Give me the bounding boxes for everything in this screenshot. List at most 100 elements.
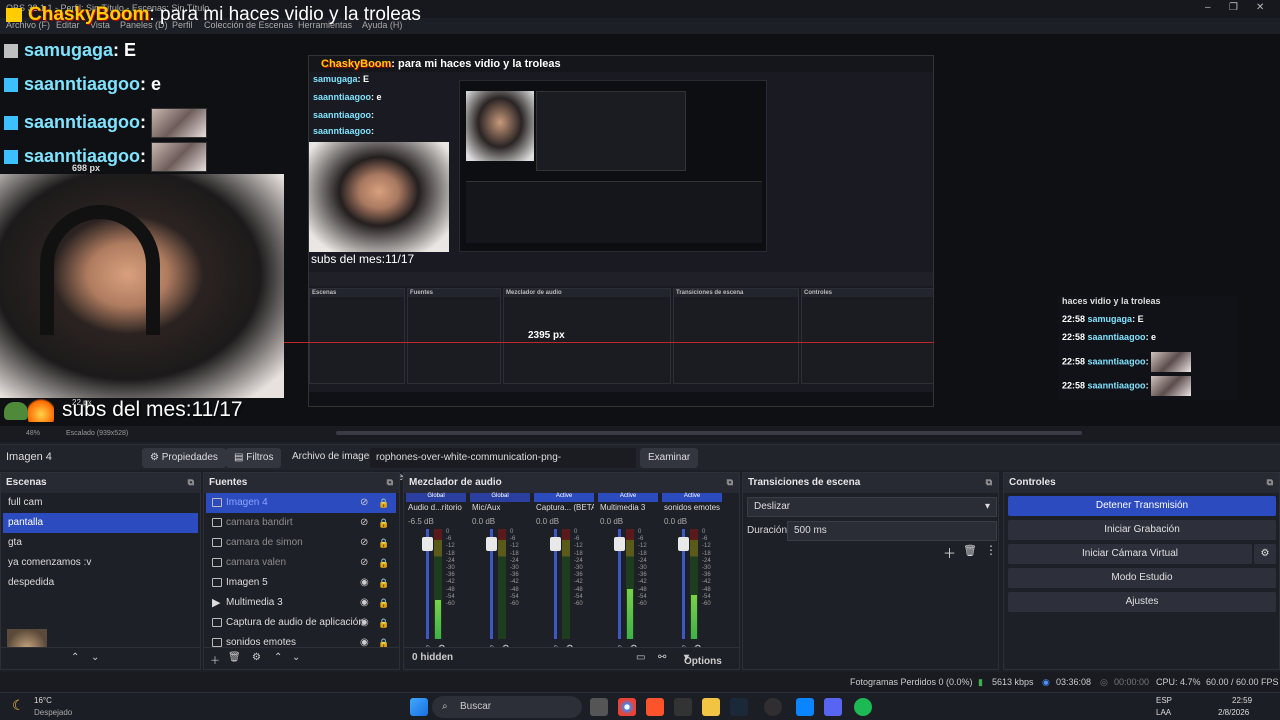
channel-name[interactable]: Multimedia 3 [600, 503, 658, 512]
source-item[interactable]: camara de simon ⊘ 🔒 [206, 533, 396, 553]
lock-icon[interactable]: 🔒 [378, 533, 389, 553]
scene-item[interactable]: gta [3, 533, 198, 553]
visibility-off-icon[interactable]: ⊘ [360, 553, 368, 573]
link-icon[interactable]: ⚯ [658, 652, 666, 663]
move-up-icon[interactable]: ⌃ [71, 652, 79, 663]
brave-icon[interactable] [646, 698, 664, 716]
lock-icon[interactable]: 🔒 [378, 613, 389, 633]
windows-start-icon[interactable] [410, 698, 428, 716]
lock-icon[interactable]: 🔒 [378, 493, 389, 513]
visibility-icon[interactable]: ◉ [360, 633, 369, 647]
preview-scrollbar[interactable] [336, 431, 1082, 435]
volume-slider-handle[interactable] [550, 537, 561, 551]
nested-controls-dock: Controles [801, 288, 933, 384]
chevron-down-icon: ▾ [984, 501, 990, 512]
volume-slider-handle[interactable] [422, 537, 433, 551]
more-icon[interactable]: ⋮ [985, 543, 997, 557]
visibility-off-icon[interactable]: ⊘ [360, 493, 368, 513]
layout-icon[interactable]: ▭ [636, 652, 645, 663]
studio-mode-button[interactable]: Modo Estudio [1008, 568, 1276, 588]
browse-button[interactable]: Examinar [640, 448, 699, 468]
visibility-icon[interactable]: ◉ [360, 573, 369, 593]
task-view-icon[interactable] [590, 698, 608, 716]
move-up-icon[interactable]: ⌃ [274, 652, 282, 663]
scene-item[interactable]: full cam [3, 493, 198, 513]
gear-icon[interactable]: ⚙ [252, 652, 261, 663]
channel-name[interactable]: Captura... (BETA) [536, 503, 594, 512]
steam-icon[interactable] [730, 698, 748, 716]
discord-icon[interactable] [824, 698, 842, 716]
language-code[interactable]: ESP [1156, 696, 1172, 705]
taskbar-search[interactable]: ⌕ Buscar [432, 696, 582, 718]
source-item[interactable]: camara bandirt ⊘ 🔒 [206, 513, 396, 533]
scale-mode[interactable]: Escalado (939x528) [66, 430, 128, 437]
start-recording-button[interactable]: Iniciar Grabación [1008, 520, 1276, 540]
channel-name[interactable]: Mic/Aux [472, 503, 530, 512]
dock-float-icon[interactable]: ⧉ [188, 477, 194, 488]
clock-time[interactable]: 22:59 [1232, 696, 1252, 705]
scene-item[interactable]: ya comenzamos :v [3, 553, 198, 573]
lock-icon[interactable]: 🔒 [378, 573, 389, 593]
visibility-off-icon[interactable]: ⊘ [360, 533, 368, 553]
channel-name[interactable]: sonidos emotes [664, 503, 722, 512]
trash-icon[interactable]: 🗑 [963, 544, 977, 557]
volume-slider-handle[interactable] [614, 537, 625, 551]
dock-float-icon[interactable]: ⧉ [387, 477, 393, 488]
source-item[interactable]: camara valen ⊘ 🔒 [206, 553, 396, 573]
visibility-off-icon[interactable]: ⊘ [360, 513, 368, 533]
settings-button[interactable]: Ajustes [1008, 592, 1276, 612]
trash-icon[interactable]: 🗑 [228, 652, 241, 663]
close-button[interactable]: ✕ [1256, 2, 1264, 13]
transition-select[interactable]: Deslizar ▾ [747, 497, 997, 517]
minimize-button[interactable]: – [1205, 2, 1211, 13]
nested-scenes-dock: Escenas [309, 288, 405, 384]
lock-icon[interactable]: 🔒 [378, 633, 389, 647]
lock-icon[interactable]: 🔒 [378, 593, 389, 613]
keyboard-layout[interactable]: LAA [1156, 708, 1171, 717]
lock-icon[interactable]: 🔒 [378, 513, 389, 533]
add-icon[interactable]: ＋ [210, 652, 220, 667]
obs-icon[interactable] [764, 698, 782, 716]
dock-float-icon[interactable]: ⧉ [1267, 477, 1273, 488]
volume-slider-handle[interactable] [486, 537, 497, 551]
dock-float-icon[interactable]: ⧉ [727, 477, 733, 488]
source-item[interactable]: Imagen 5 ◉ 🔒 [206, 573, 396, 593]
filters-button[interactable]: ▤ Filtros [226, 448, 282, 468]
app-icon[interactable] [674, 698, 692, 716]
scene-item[interactable]: pantalla [3, 513, 198, 533]
spotify-icon[interactable] [854, 698, 872, 716]
lock-icon[interactable]: 🔒 [378, 553, 389, 573]
meter-scale-tick: -6 [510, 536, 516, 543]
meter-scale-tick: -30 [638, 565, 647, 572]
visibility-icon[interactable]: ◉ [360, 613, 369, 633]
mixer-channel: Active sonidos emotes 0.0 dB 0 -6 -12 -18 -24 -3… [662, 493, 724, 653]
stop-streaming-button[interactable]: Detener Transmisión [1008, 496, 1276, 516]
weather-temp[interactable]: 16°C [34, 696, 52, 705]
folder-icon[interactable] [702, 698, 720, 716]
duration-input[interactable]: 500 ms [787, 521, 997, 541]
image-file-field[interactable]: rophones-over-white-communication-png-im… [370, 448, 636, 483]
scene-item[interactable]: despedida [3, 573, 198, 593]
virtual-camera-settings-button[interactable]: ⚙ [1254, 544, 1276, 564]
channel-name[interactable]: Audio d...ritorio [408, 503, 466, 512]
source-item[interactable]: Imagen 4 ⊘ 🔒 [206, 493, 396, 513]
properties-button[interactable]: ⚙ Propiedades [142, 448, 226, 468]
zoom-level[interactable]: 48% [26, 430, 40, 437]
app-icon[interactable] [796, 698, 814, 716]
clock-date[interactable]: 2/8/2026 [1218, 708, 1249, 717]
source-item[interactable]: ▶ Multimedia 3 ◉ 🔒 [206, 593, 396, 613]
options-button[interactable]: Options ▾ [684, 652, 722, 667]
source-item[interactable]: Captura de audio de aplicación (BETA)◉🔒 [206, 613, 396, 633]
meter-scale-tick: -60 [446, 601, 455, 608]
dock-float-icon[interactable]: ⧉ [986, 477, 992, 488]
maximize-button[interactable]: ❐ [1229, 2, 1238, 13]
source-item[interactable]: sonidos emotes ◉ 🔒 [206, 633, 396, 647]
visibility-icon[interactable]: ◉ [360, 593, 369, 613]
move-down-icon[interactable]: ⌄ [91, 652, 99, 663]
volume-slider-handle[interactable] [678, 537, 689, 551]
move-down-icon[interactable]: ⌄ [292, 652, 300, 663]
weather-desc[interactable]: Despejado [34, 708, 72, 717]
start-virtual-camera-button[interactable]: Iniciar Cámara Virtual [1008, 544, 1252, 564]
chrome-icon[interactable] [618, 698, 636, 716]
add-icon[interactable]: ＋ [943, 543, 956, 562]
